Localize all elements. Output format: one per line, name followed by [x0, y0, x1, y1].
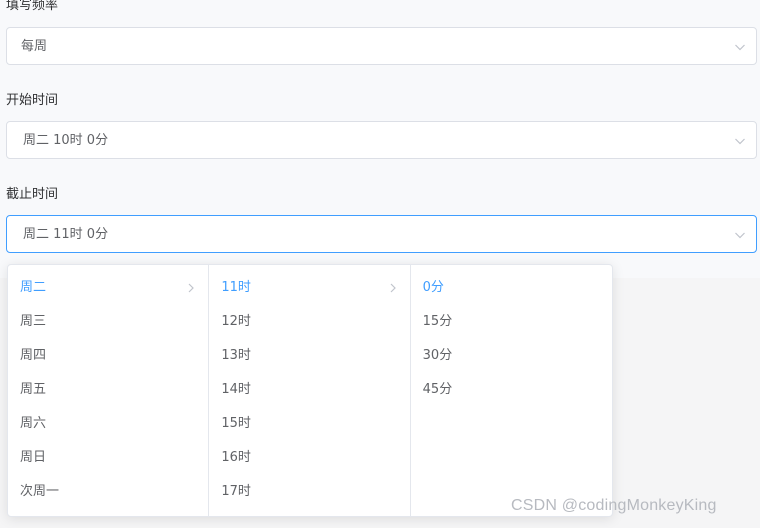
chevron-down-icon	[735, 232, 745, 239]
hour-option-label: 16时	[221, 450, 251, 465]
cascader-dropdown: 周二周三周四周五周六周日次周一 11时 12时 13时 14时 15时 16时 17时 0分…	[7, 264, 613, 517]
hour-option-label: 13时	[221, 348, 251, 363]
hour-option-label: 12时	[221, 314, 251, 329]
hour-option[interactable]: 16时	[209, 441, 409, 475]
hour-option[interactable]: 14时	[209, 373, 409, 407]
day-option[interactable]: 周二	[8, 271, 208, 305]
minute-option[interactable]: 0分	[411, 271, 612, 305]
minute-option-label: 30分	[422, 348, 453, 363]
day-option-label: 周六	[20, 416, 47, 431]
minute-option-label: 15分	[422, 314, 453, 329]
hour-option[interactable]: 12时	[209, 305, 409, 339]
chevron-down-icon	[735, 44, 745, 51]
hour-option-label: 11时	[221, 280, 251, 295]
minute-option[interactable]: 45分	[411, 373, 612, 407]
start-time-select-value: 周二 10时 0分	[23, 133, 109, 148]
chevron-right-icon	[390, 283, 396, 293]
day-option-label: 周五	[20, 382, 47, 397]
hour-option-label: 17时	[221, 484, 251, 499]
hour-column: 11时 12时 13时 14时 15时 16时 17时	[209, 265, 411, 516]
hour-option-label: 14时	[221, 382, 251, 397]
end-time-select-value: 周二 11时 0分	[23, 227, 109, 242]
minute-option-label: 45分	[422, 382, 453, 397]
minute-column: 0分 15分 30分 45分	[411, 265, 612, 516]
hour-option[interactable]: 15时	[209, 407, 409, 441]
day-option-label: 次周一	[20, 484, 60, 499]
hour-option[interactable]: 13时	[209, 339, 409, 373]
day-option[interactable]: 次周一	[8, 475, 208, 509]
day-option[interactable]: 周四	[8, 339, 208, 373]
chevron-right-icon	[188, 283, 195, 293]
start-time-select[interactable]: 周二 10时 0分	[6, 121, 757, 159]
day-option-label: 周三	[20, 314, 47, 329]
start-time-label: 开始时间	[6, 93, 59, 108]
frequency-select[interactable]: 每周	[6, 27, 757, 65]
day-option[interactable]: 周六	[8, 407, 208, 441]
minute-option-label: 0分	[422, 280, 444, 295]
end-time-label: 截止时间	[6, 187, 59, 202]
chevron-down-icon	[735, 138, 745, 145]
form-area: 填写频率 每周 开始时间 周二 10时 0分 截止时间 周二 11时 0分	[0, 0, 760, 278]
end-time-select[interactable]: 周二 11时 0分	[6, 215, 757, 253]
hour-option[interactable]: 11时	[209, 271, 409, 305]
day-option-label: 周二	[20, 280, 47, 295]
day-option[interactable]: 周三	[8, 305, 208, 339]
day-column: 周二周三周四周五周六周日次周一	[8, 265, 210, 516]
frequency-label: 填写频率	[6, 0, 59, 13]
day-option-label: 周日	[20, 450, 47, 465]
watermark: CSDN @codingMonkeyKing	[511, 497, 717, 514]
day-option[interactable]: 周五	[8, 373, 208, 407]
frequency-select-value: 每周	[21, 39, 48, 54]
hour-option[interactable]: 17时	[209, 475, 409, 509]
minute-option[interactable]: 30分	[411, 339, 612, 373]
hour-option-label: 15时	[221, 416, 251, 431]
day-option[interactable]: 周日	[8, 441, 208, 475]
minute-option[interactable]: 15分	[411, 305, 612, 339]
day-option-label: 周四	[20, 348, 47, 363]
